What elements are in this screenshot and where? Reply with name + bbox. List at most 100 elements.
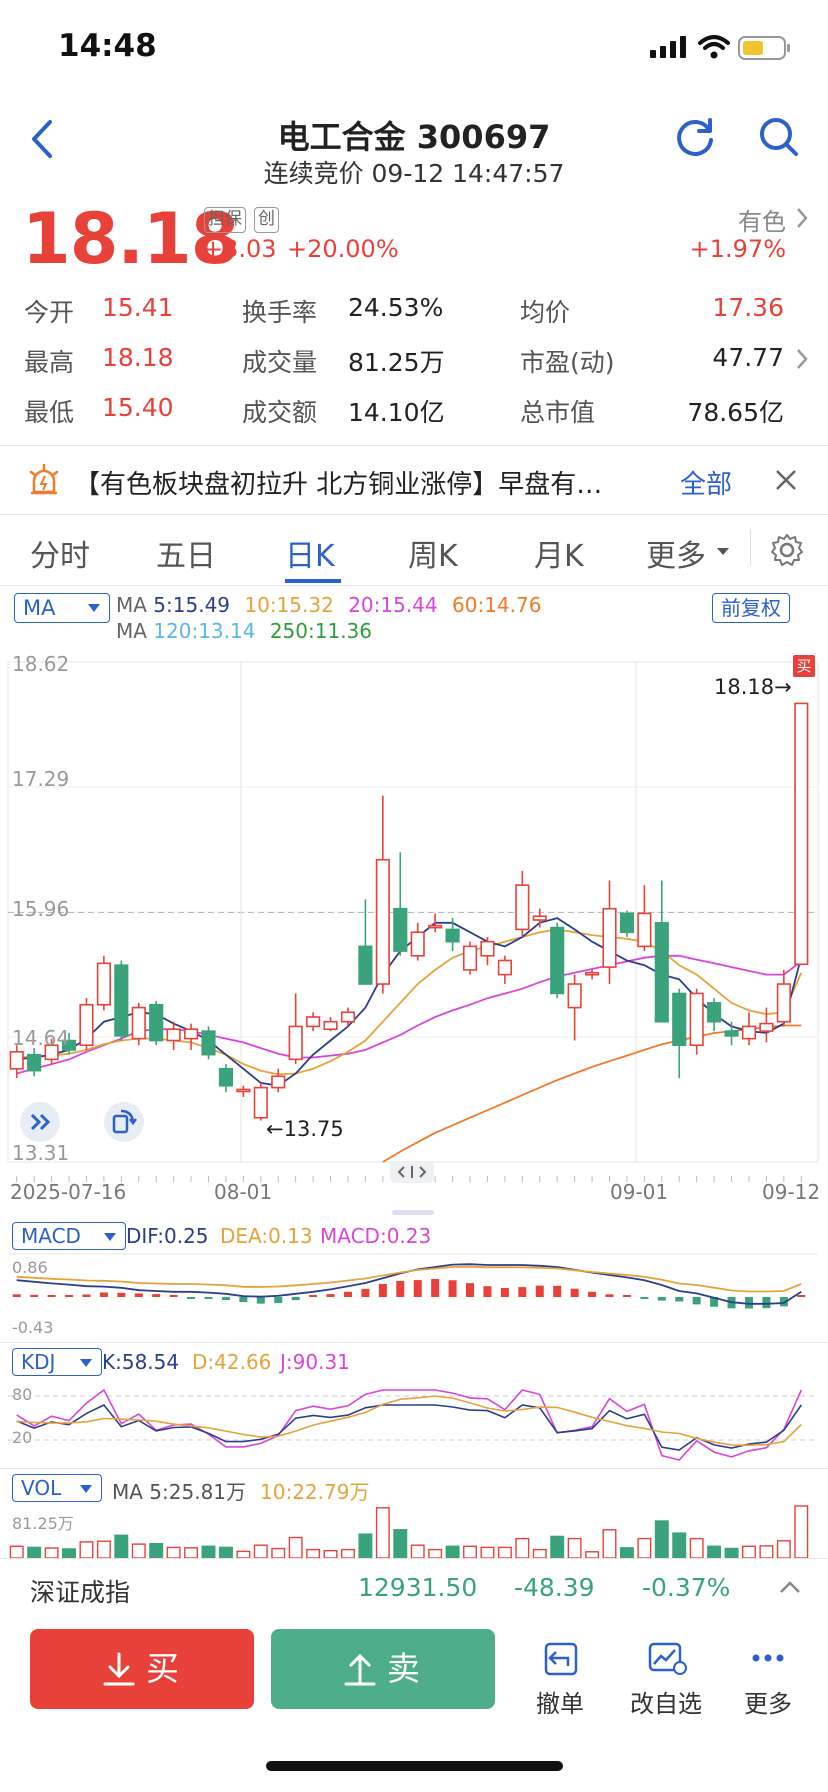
ma60-line [382, 1024, 802, 1163]
sell-arrow-icon [344, 1653, 376, 1686]
expand-chart-button[interactable] [20, 1102, 60, 1142]
macd-bar [169, 1295, 178, 1297]
low-value: 15.40 [102, 393, 174, 422]
refresh-icon[interactable] [674, 116, 716, 158]
more-button[interactable]: 更多 [728, 1638, 808, 1719]
status-bar: 14:48 [0, 0, 828, 100]
sector-name[interactable]: 有色 [738, 202, 786, 237]
tab-weekly-k[interactable]: 周K [408, 531, 458, 575]
candle-down [358, 945, 373, 985]
price-change: +3.03 [203, 235, 277, 263]
search-icon[interactable] [758, 116, 800, 158]
y-tick-label: 15.96 [12, 897, 70, 921]
tab-monthly-k[interactable]: 月K [534, 531, 584, 575]
adjust-mode-button[interactable]: 前复权 [712, 593, 790, 623]
trade-status: 连续竞价 09-12 14:47:57 [263, 159, 565, 188]
news-bar[interactable]: 【有色板块盘初拉升 北方铜业涨停】早盘有… 全部 [0, 446, 828, 516]
macd-dea-value: DEA:0.13 [220, 1224, 313, 1248]
tab-daily-k[interactable]: 日K [285, 531, 335, 575]
close-icon[interactable] [774, 468, 798, 492]
volume-bar [672, 1532, 687, 1558]
index-change-pct: -0.37% [642, 1573, 731, 1602]
volume-bar [428, 1548, 443, 1558]
ma-indicator-select[interactable]: MA [14, 593, 110, 623]
rotate-icon [112, 1109, 137, 1134]
macd-indicator-select[interactable]: MACD [12, 1222, 126, 1250]
candle-up [253, 1086, 268, 1119]
news-all-link[interactable]: 全部 [680, 464, 732, 501]
candle-up [515, 884, 530, 931]
open-label: 今开 [24, 298, 75, 327]
volume-label: 成交量 [242, 348, 318, 377]
sell-button[interactable]: 卖 [271, 1629, 495, 1709]
caret-down-icon [88, 604, 100, 612]
pane-resize-handle[interactable] [392, 1210, 434, 1215]
volume-bar [149, 1542, 164, 1558]
macd-bar [65, 1295, 74, 1297]
vol-indicator-select[interactable]: VOL [12, 1474, 102, 1502]
volume-chart[interactable] [0, 1500, 828, 1558]
ma120-value: 120:13.14 [153, 619, 256, 643]
volume-bar [445, 1545, 460, 1558]
volume-bar [253, 1544, 268, 1558]
macd-bar [291, 1297, 300, 1301]
margin-tag: 担保 [204, 207, 246, 233]
candle-down [393, 907, 408, 952]
settings-gear-icon[interactable] [770, 533, 804, 567]
volume-bar [96, 1540, 111, 1558]
candle-up [323, 1020, 338, 1031]
volume-bar [637, 1537, 652, 1558]
vol-selector-label: VOL [21, 1476, 62, 1500]
board-tag: 创 [254, 207, 279, 233]
rotate-screen-button[interactable] [104, 1102, 144, 1142]
buy-button[interactable]: 买 [30, 1629, 254, 1709]
tab-more[interactable]: 更多 [646, 531, 706, 575]
kdj-indicator-select[interactable]: KDJ [12, 1348, 102, 1376]
volume-bar [515, 1537, 530, 1558]
volume-bar [654, 1520, 669, 1558]
volume-bar [79, 1541, 94, 1558]
edit-watchlist-button[interactable]: 改自选 [624, 1638, 708, 1719]
macd-chart[interactable] [0, 1252, 828, 1342]
chevron-up-icon[interactable] [778, 1579, 802, 1595]
high-value: 18.18 [102, 343, 174, 372]
avg-value: 17.36 [712, 293, 784, 322]
tab-5day[interactable]: 五日 [156, 531, 216, 575]
volume-bar [236, 1550, 251, 1558]
candle-up [532, 915, 547, 921]
macd-bar [117, 1292, 126, 1297]
home-indicator [266, 1761, 563, 1771]
volume-bar [358, 1533, 373, 1558]
chevron-right-icon[interactable] [794, 206, 810, 230]
candle-down [149, 1003, 164, 1042]
tab-intraday[interactable]: 分时 [30, 531, 90, 575]
kdj-chart[interactable] [0, 1378, 828, 1468]
macd-bar [221, 1297, 230, 1301]
candle-down [724, 1030, 739, 1037]
mcap-value: 78.65亿 [687, 398, 784, 427]
chevron-right-icon[interactable] [794, 347, 810, 371]
macd-bar [204, 1297, 213, 1299]
macd-bar [361, 1288, 370, 1297]
candle-up [236, 1088, 251, 1093]
news-headline[interactable]: 【有色板块盘初拉升 北方铜业涨停】早盘有… [74, 464, 656, 501]
macd-bar [518, 1287, 527, 1297]
macd-bar [396, 1280, 405, 1297]
turnover-label: 换手率 [242, 298, 318, 327]
index-ticker-bar[interactable]: 深证成指 12931.50 -48.39 -0.37% [0, 1558, 828, 1619]
macd-bar [274, 1297, 283, 1304]
macd-dif-value: DIF:0.25 [126, 1224, 209, 1248]
cancel-order-button[interactable]: 撤单 [520, 1638, 600, 1719]
x-tick-label: 2025-07-16 [10, 1180, 127, 1204]
macd-bar [657, 1297, 666, 1301]
macd-bar [535, 1285, 544, 1297]
candle-down [550, 926, 565, 995]
chart-scroll-handle[interactable] [390, 1161, 434, 1183]
volume-bar [323, 1550, 338, 1558]
period-tabs: 分时 五日 日K 周K 月K 更多 [0, 515, 828, 586]
volume-bar [776, 1540, 791, 1558]
kdj-k-line [16, 1404, 802, 1451]
ma5-value: 5:15.49 [153, 593, 231, 617]
caret-down-icon[interactable] [716, 547, 730, 557]
volume-bar [689, 1537, 704, 1558]
